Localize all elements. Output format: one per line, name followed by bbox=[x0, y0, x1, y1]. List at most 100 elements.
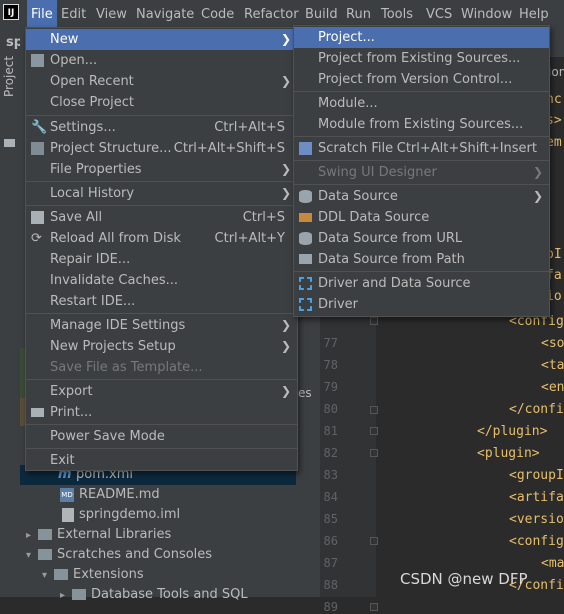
menu-item-driver-and-ds[interactable]: Driver and Data Source bbox=[294, 273, 549, 294]
fold-marker-icon[interactable] bbox=[370, 406, 378, 414]
menu-item-project[interactable]: Project... bbox=[294, 27, 549, 48]
chevron-right-icon: ❯ bbox=[532, 189, 543, 203]
menu-item-label: New bbox=[50, 32, 79, 47]
tree-item-readme[interactable]: MD README.md bbox=[20, 485, 160, 505]
menu-item-module-existing[interactable]: Module from Existing Sources... bbox=[294, 114, 549, 135]
fold-marker-icon[interactable] bbox=[370, 317, 378, 325]
line-number: 85 bbox=[323, 512, 338, 526]
menu-item-ds-from-url[interactable]: Data Source from URL bbox=[294, 228, 549, 249]
menu-item-module[interactable]: Module... bbox=[294, 93, 549, 114]
menu-item-save-all[interactable]: Save All Ctrl+S bbox=[26, 207, 297, 228]
chevron-right-icon: ❯ bbox=[280, 32, 291, 46]
menu-separator bbox=[294, 271, 549, 272]
menu-item-label: Manage IDE Settings bbox=[50, 318, 186, 333]
menu-item-settings[interactable]: 🔧 Settings... Ctrl+Alt+S bbox=[26, 117, 297, 138]
menu-item-open-recent[interactable]: Open Recent ❯ bbox=[26, 71, 297, 92]
menu-item-project-existing[interactable]: Project from Existing Sources... bbox=[294, 48, 549, 69]
menu-navigate[interactable]: Navigate bbox=[132, 0, 198, 29]
menu-separator bbox=[294, 136, 549, 137]
menu-file[interactable]: File bbox=[27, 0, 57, 29]
menu-item-print[interactable]: Print... bbox=[26, 402, 297, 423]
tree-item-extensions[interactable]: ▾ Extensions bbox=[20, 565, 144, 585]
menu-item-open[interactable]: Open... bbox=[26, 50, 297, 71]
menu-item-invalidate-caches[interactable]: Invalidate Caches... bbox=[26, 270, 297, 291]
file-icon bbox=[62, 507, 74, 522]
menu-separator bbox=[294, 184, 549, 185]
menu-item-label: Repair IDE... bbox=[50, 252, 131, 267]
menu-edit[interactable]: Edit bbox=[57, 0, 90, 29]
shortcut-label: Ctrl+Alt+Y bbox=[214, 231, 285, 246]
menu-item-label: Restart IDE... bbox=[50, 294, 136, 309]
project-tool-button[interactable]: Project bbox=[2, 56, 16, 97]
watermark: CSDN @new DFP bbox=[400, 570, 528, 588]
fold-marker-icon[interactable] bbox=[370, 449, 378, 457]
menu-item-driver[interactable]: Driver bbox=[294, 294, 549, 315]
new-submenu: Project... Project from Existing Sources… bbox=[293, 25, 550, 317]
chevron-right-icon: ❯ bbox=[532, 165, 543, 179]
line-number: 87 bbox=[323, 556, 338, 570]
line-number: 82 bbox=[323, 446, 338, 460]
project-structure-icon bbox=[31, 142, 44, 155]
markdown-file-icon: MD bbox=[60, 487, 74, 502]
chevron-right-icon[interactable]: ▸ bbox=[26, 526, 38, 546]
line-number: 79 bbox=[323, 380, 338, 394]
fold-marker-icon[interactable] bbox=[370, 427, 378, 435]
line-number: 88 bbox=[323, 578, 338, 592]
menu-item-export[interactable]: Export ❯ bbox=[26, 381, 297, 402]
menu-item-label: Module from Existing Sources... bbox=[318, 117, 524, 132]
menu-item-close-project[interactable]: Close Project bbox=[26, 92, 297, 113]
tree-item-iml[interactable]: springdemo.iml bbox=[20, 505, 180, 525]
menu-item-project-vcs[interactable]: Project from Version Control... bbox=[294, 69, 549, 90]
menu-item-label: Save File as Template... bbox=[50, 360, 203, 375]
menu-item-label: New Projects Setup bbox=[50, 339, 176, 354]
chevron-right-icon: ❯ bbox=[280, 318, 291, 332]
reload-icon: ⟳ bbox=[31, 231, 42, 246]
app-logo-icon[interactable]: IJ bbox=[3, 4, 19, 20]
menu-item-ds-from-path[interactable]: Data Source from Path bbox=[294, 249, 549, 270]
menu-item-exit[interactable]: Exit bbox=[26, 450, 297, 471]
menu-separator bbox=[294, 160, 549, 161]
tree-item-external-libraries[interactable]: ▸ External Libraries bbox=[20, 525, 171, 545]
menu-item-label: Power Save Mode bbox=[50, 429, 165, 444]
chevron-down-icon[interactable]: ▾ bbox=[42, 566, 54, 586]
file-menu: New ❯ Open... Open Recent ❯ Close Project … bbox=[25, 27, 298, 471]
driver-icon bbox=[299, 277, 312, 290]
save-icon bbox=[31, 211, 44, 224]
menu-item-new-projects-setup[interactable]: New Projects Setup ❯ bbox=[26, 336, 297, 357]
menu-separator bbox=[26, 313, 297, 314]
tree-item-db-tools[interactable]: ▸ Database Tools and SQL bbox=[20, 585, 248, 605]
menu-separator bbox=[26, 115, 297, 116]
ddl-icon bbox=[299, 213, 312, 222]
shortcut-label: Ctrl+Alt+Shift+Insert bbox=[396, 141, 537, 156]
menu-item-reload[interactable]: ⟳ Reload All from Disk Ctrl+Alt+Y bbox=[26, 228, 297, 249]
menu-item-local-history[interactable]: Local History ❯ bbox=[26, 183, 297, 204]
menu-item-manage-ide-settings[interactable]: Manage IDE Settings ❯ bbox=[26, 315, 297, 336]
chevron-right-icon: ❯ bbox=[280, 339, 291, 353]
menu-item-label: Print... bbox=[50, 405, 93, 420]
shortcut-label: Ctrl+Alt+S bbox=[214, 120, 285, 135]
line-number: 84 bbox=[323, 490, 338, 504]
menu-item-repair-ide[interactable]: Repair IDE... bbox=[26, 249, 297, 270]
code-line: <en bbox=[541, 380, 564, 395]
fold-marker-icon[interactable] bbox=[370, 603, 378, 611]
fold-marker-icon[interactable] bbox=[370, 537, 378, 545]
chevron-right-icon: ❯ bbox=[280, 74, 291, 88]
menu-code[interactable]: Code bbox=[197, 0, 238, 29]
menu-item-ddl-data-source[interactable]: DDL Data Source bbox=[294, 207, 549, 228]
menu-item-label: Swing UI Designer bbox=[318, 165, 437, 180]
code-line: <plugin> bbox=[477, 446, 540, 461]
menu-item-new[interactable]: New ❯ bbox=[26, 29, 297, 50]
menu-item-project-structure[interactable]: Project Structure... Ctrl+Alt+Shift+S bbox=[26, 138, 297, 159]
chevron-right-icon[interactable]: ▸ bbox=[60, 586, 72, 606]
menu-item-file-properties[interactable]: File Properties ❯ bbox=[26, 159, 297, 180]
chevron-down-icon[interactable]: ▾ bbox=[26, 546, 38, 566]
menu-item-scratch-file[interactable]: Scratch File Ctrl+Alt+Shift+Insert bbox=[294, 138, 549, 159]
chevron-right-icon: ❯ bbox=[280, 162, 291, 176]
menu-item-restart-ide[interactable]: Restart IDE... bbox=[26, 291, 297, 312]
line-number: 78 bbox=[323, 358, 338, 372]
menu-item-data-source[interactable]: Data Source ❯ bbox=[294, 186, 549, 207]
menu-item-power-save[interactable]: Power Save Mode bbox=[26, 426, 297, 447]
menu-view[interactable]: View bbox=[92, 0, 131, 29]
code-line: <ta bbox=[541, 358, 564, 373]
tree-item-scratches[interactable]: ▾ Scratches and Consoles bbox=[20, 545, 212, 565]
